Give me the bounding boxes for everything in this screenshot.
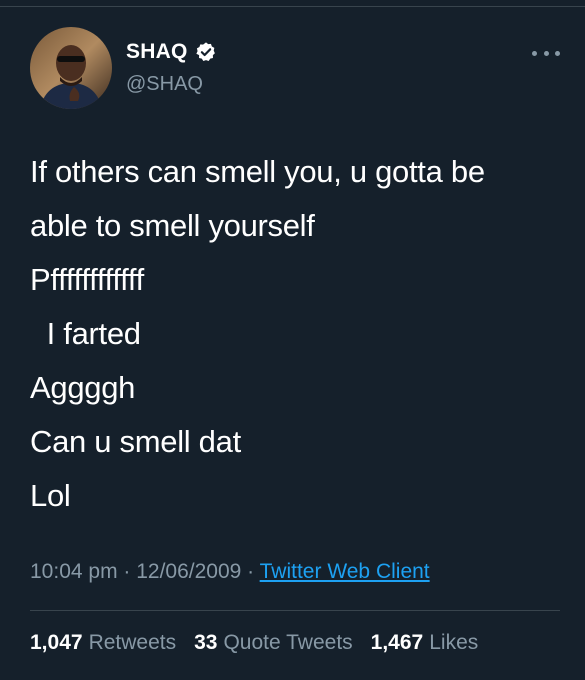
likes-count: 1,467 [370, 631, 424, 654]
tweet-date[interactable]: 12/06/2009 [136, 560, 241, 583]
meta-separator: · [117, 560, 137, 583]
retweets-label: Retweets [88, 631, 177, 654]
more-dot [543, 50, 549, 56]
tweet-line: able to smell yourself [30, 208, 315, 243]
quote-tweets-count: 33 [194, 631, 218, 654]
likes-stat[interactable]: 1,467 Likes [371, 631, 479, 655]
tweet-line: Can u smell dat [30, 424, 241, 459]
tweet-line: I farted [30, 316, 141, 351]
top-divider [0, 6, 585, 7]
tweet-line: Pffffffffffff [30, 262, 144, 297]
more-horizontal-icon[interactable] [532, 43, 560, 63]
user-handle[interactable]: @SHAQ [126, 73, 203, 96]
stats-divider [30, 610, 560, 611]
retweets-count: 1,047 [30, 631, 83, 654]
name-row: SHAQ [126, 40, 217, 64]
tweet-line: Aggggh [30, 370, 136, 405]
quote-tweets-stat[interactable]: 33 Quote Tweets [194, 631, 353, 655]
avatar-image [30, 27, 112, 109]
tweet-source-link[interactable]: Twitter Web Client [260, 560, 430, 583]
likes-label: Likes [429, 631, 479, 654]
tweet-time[interactable]: 10:04 pm [30, 560, 118, 583]
tweet-line: If others can smell you, u gotta be [30, 154, 485, 189]
quote-tweets-label: Quote Tweets [223, 631, 353, 654]
tweet-metadata: 10:04 pm · 12/06/2009 · Twitter Web Clie… [30, 560, 430, 584]
more-dot [532, 50, 537, 56]
retweets-stat[interactable]: 1,047 Retweets [30, 631, 176, 655]
meta-separator: · [241, 560, 260, 583]
engagement-stats: 1,047 Retweets 33 Quote Tweets 1,467 Lik… [30, 631, 478, 655]
tweet-text: If others can smell you, u gotta be able… [30, 145, 560, 523]
tweet-line: Lol [30, 478, 71, 513]
display-name[interactable]: SHAQ [126, 40, 187, 64]
verified-badge-icon [195, 41, 217, 63]
avatar[interactable] [30, 27, 112, 109]
tweet-header: SHAQ @SHAQ [30, 27, 560, 111]
more-dot [555, 50, 560, 56]
